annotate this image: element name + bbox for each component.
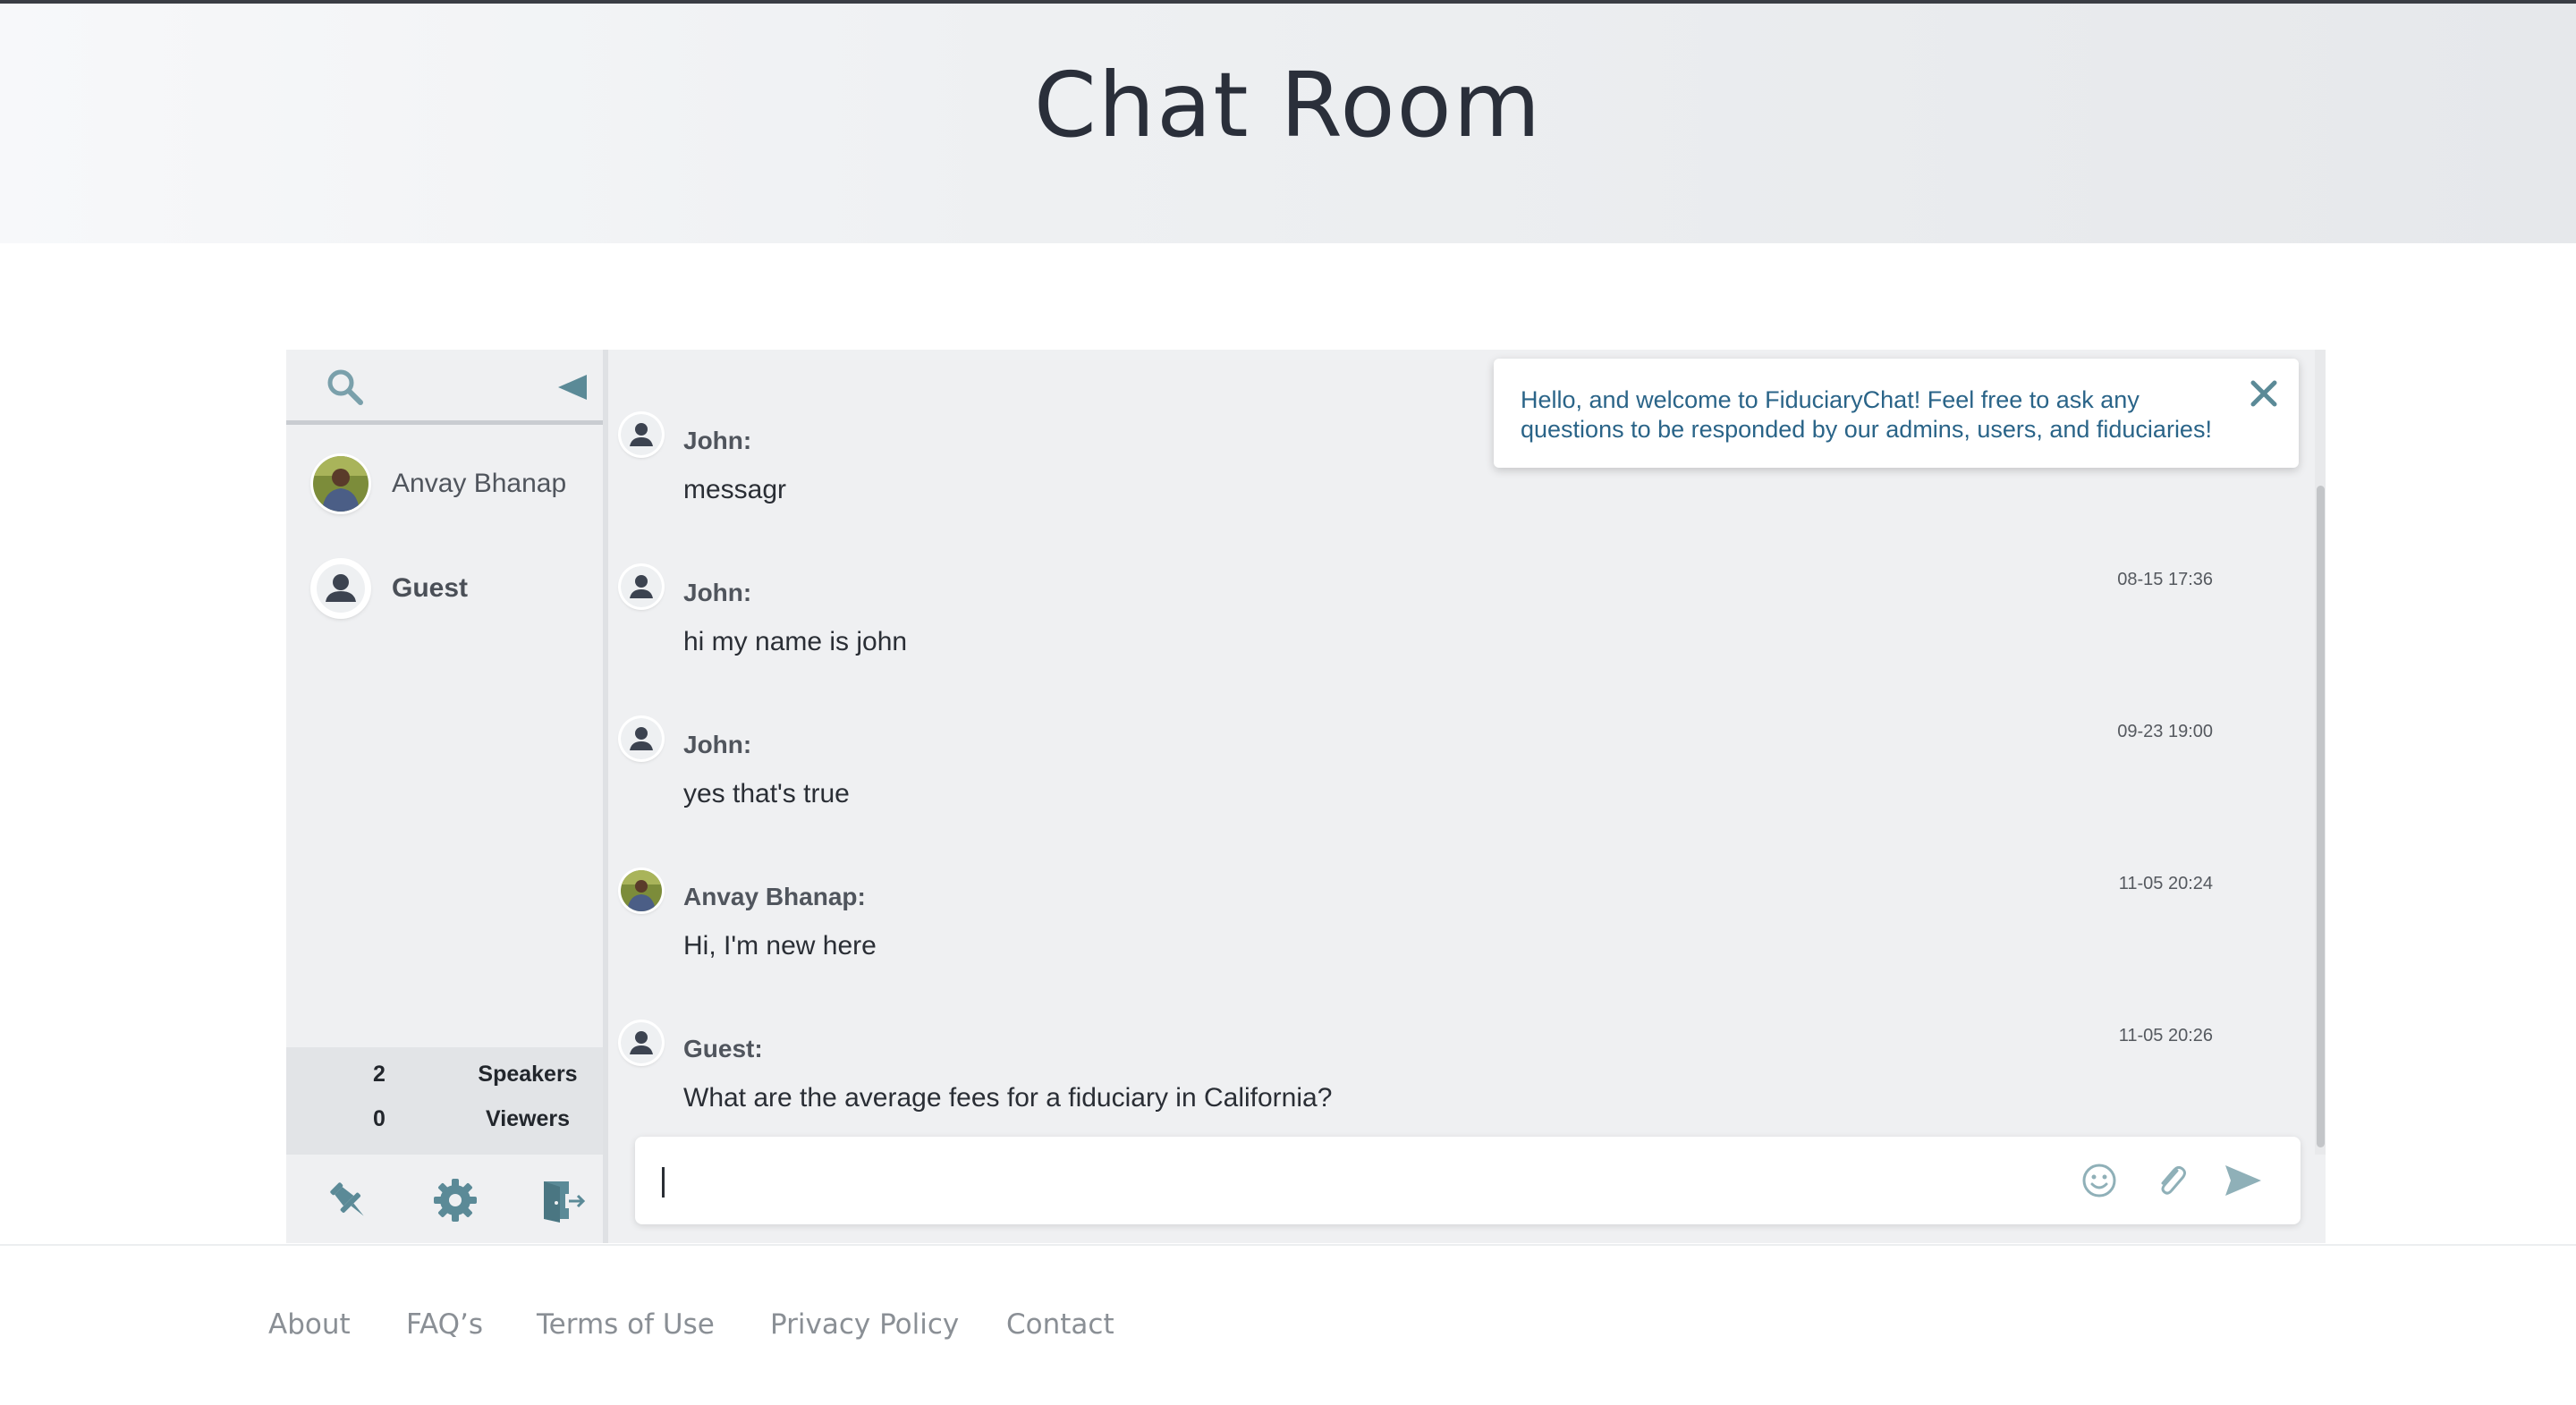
footer-link-contact[interactable]: Contact: [1006, 1308, 1114, 1341]
user-photo-avatar: [313, 456, 369, 512]
message-text: Hi, I'm new here: [683, 931, 877, 961]
user-sidebar: Anvay Bhanap Guest 2 Speakers 0 Viewers: [286, 350, 608, 1243]
room-stats: 2 Speakers 0 Viewers: [286, 1047, 603, 1155]
collapse-sidebar-icon[interactable]: [555, 369, 590, 405]
text-caret: [662, 1167, 665, 1198]
person-icon: [621, 414, 662, 455]
message-author: Guest:: [683, 1035, 763, 1062]
person-icon: [313, 561, 369, 616]
message-item: John: yes that's true 09-23 19:00: [621, 718, 2284, 834]
footer-link-terms[interactable]: Terms of Use: [537, 1308, 715, 1341]
page-footer: About FAQ’s Terms of Use Privacy Policy …: [0, 1244, 2576, 1405]
sidebar-tools: [286, 1155, 603, 1243]
page-title: Chat Room: [1033, 53, 1543, 157]
message-item: Anvay Bhanap: Hi, I'm new here 11-05 20:…: [621, 870, 2284, 986]
gear-icon[interactable]: [431, 1176, 479, 1224]
exit-door-icon[interactable]: [538, 1176, 587, 1224]
footer-link-faqs[interactable]: FAQ’s: [406, 1308, 483, 1341]
message-composer: [635, 1137, 2301, 1224]
person-icon: [621, 566, 662, 607]
message-item: John: hi my name is john 08-15 17:36: [621, 566, 2284, 682]
welcome-toast: Hello, and welcome to FiduciaryChat! Fee…: [1494, 359, 2299, 468]
viewers-stat: 0 Viewers: [286, 1106, 603, 1142]
viewers-label: Viewers: [485, 1106, 571, 1131]
send-icon[interactable]: [2222, 1160, 2263, 1201]
speakers-stat: 2 Speakers: [286, 1062, 603, 1097]
chat-widget: Anvay Bhanap Guest 2 Speakers 0 Viewers: [286, 350, 2326, 1243]
viewers-count: 0: [373, 1106, 386, 1131]
welcome-message: Hello, and welcome to FiduciaryChat! Fee…: [1521, 386, 2212, 443]
person-icon: [621, 718, 662, 759]
footer-link-privacy[interactable]: Privacy Policy: [770, 1308, 959, 1341]
user-name: Guest: [392, 573, 469, 603]
footer-link-about[interactable]: About: [268, 1308, 351, 1341]
message-timestamp: 11-05 20:24: [2118, 874, 2213, 893]
person-icon: [621, 1022, 662, 1063]
scrollbar-thumb[interactable]: [2317, 486, 2325, 1147]
sidebar-toolbar: [286, 350, 603, 425]
message-input[interactable]: [657, 1155, 2073, 1208]
message-timestamp: 09-23 19:00: [2117, 722, 2213, 741]
message-area: John: messagr John: hi my name is john 0…: [608, 350, 2326, 1243]
message-text: yes that's true: [683, 779, 850, 808]
speakers-label: Speakers: [478, 1062, 578, 1087]
pin-icon[interactable]: [324, 1176, 372, 1224]
close-icon[interactable]: [2249, 378, 2279, 409]
speakers-count: 2: [373, 1062, 386, 1087]
message-text: What are the average fees for a fiduciar…: [683, 1083, 1333, 1113]
message-text: hi my name is john: [683, 627, 908, 656]
user-photo-avatar: [621, 870, 662, 911]
message-item: Guest: What are the average fees for a f…: [621, 1022, 2284, 1138]
message-timestamp: 08-15 17:36: [2117, 570, 2213, 589]
message-author: John:: [683, 731, 752, 758]
message-author: Anvay Bhanap:: [683, 883, 866, 910]
user-list-item-guest[interactable]: Guest: [313, 557, 599, 620]
page-header: Chat Room: [0, 0, 2576, 243]
paperclip-icon[interactable]: [2150, 1160, 2191, 1201]
emoji-icon[interactable]: [2079, 1160, 2120, 1201]
search-icon[interactable]: [326, 368, 365, 407]
message-text: messagr: [683, 475, 787, 504]
message-author: John:: [683, 579, 752, 606]
user-name: Anvay Bhanap: [392, 469, 567, 498]
message-author: John:: [683, 427, 752, 454]
message-timestamp: 11-05 20:26: [2118, 1026, 2213, 1045]
user-list-item-anvay[interactable]: Anvay Bhanap: [313, 453, 599, 515]
